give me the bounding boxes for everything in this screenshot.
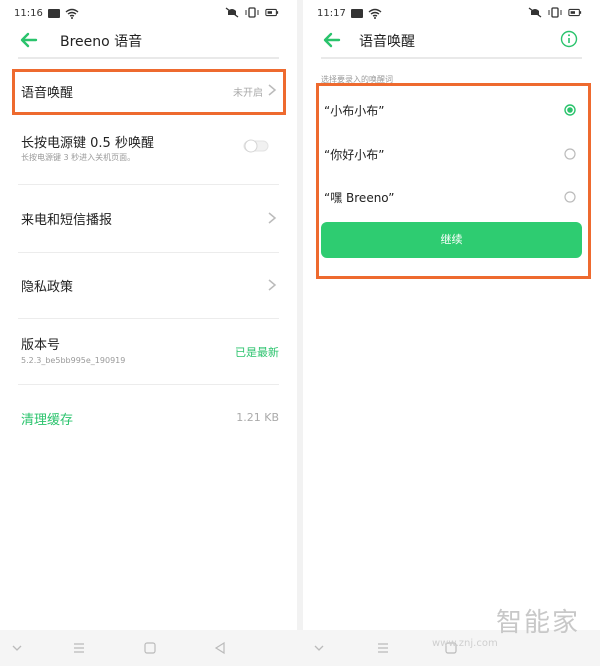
status-icons [528, 7, 582, 18]
mute-icon [225, 7, 239, 18]
chevron-down-icon[interactable] [10, 641, 24, 655]
version-number: 5.2.3_be5bb995e_190919 [21, 356, 126, 365]
watermark-brand: 智能家 [496, 608, 581, 638]
toggle-switch[interactable] [243, 139, 269, 153]
row-privacy-policy[interactable]: 隐私政策 [18, 252, 279, 319]
battery-icon [265, 8, 279, 17]
app-bar: 语音唤醒 [303, 26, 600, 56]
header-divider [18, 57, 279, 59]
voice-wakeup-screen: 11:17 语音唤醒 选择要录入的唤醒词 “小布小布” “你好小布” “嘿 Br… [303, 0, 600, 666]
row-title: 版本号 [21, 338, 61, 353]
row-title: 来电和短信播报 [21, 213, 113, 228]
chevron-right-icon [268, 212, 277, 224]
row-subtitle: 长按电源键 3 秒进入关机页面。 [21, 153, 136, 162]
page-title: Breeno 语音 [60, 34, 143, 50]
row-clear-cache[interactable]: 清理缓存 1.21 KB [18, 384, 279, 450]
back-arrow-icon[interactable] [323, 31, 341, 49]
notification-icon [47, 9, 60, 18]
chevron-right-icon [268, 279, 277, 291]
status-icons [225, 7, 279, 18]
breeno-settings-screen: 11:16 Breeno 语音 语音唤醒 未开启 长按电源键 0.5 秒唤醒 长… [0, 0, 297, 666]
vibrate-icon [245, 7, 259, 18]
wifi-icon [368, 8, 382, 19]
row-call-sms-broadcast[interactable]: 来电和短信播报 [18, 184, 279, 253]
info-icon[interactable] [560, 30, 578, 48]
vibrate-icon [548, 7, 562, 18]
status-time: 11:16 [14, 8, 43, 19]
status-time: 11:17 [317, 8, 346, 19]
home-square-icon[interactable] [143, 641, 157, 655]
status-bar: 11:17 [303, 0, 600, 26]
battery-icon [568, 8, 582, 17]
watermark-url: www.znj.com [432, 638, 498, 649]
menu-icon[interactable] [376, 641, 390, 655]
back-triangle-icon[interactable] [213, 641, 227, 655]
header-divider [321, 57, 582, 59]
highlight-box-wakeword-options [316, 83, 591, 279]
row-title: 隐私政策 [21, 280, 74, 295]
status-bar: 11:16 [0, 0, 297, 26]
status-time-group: 11:17 [317, 8, 382, 19]
app-bar: Breeno 语音 [0, 26, 297, 56]
row-title: 长按电源键 0.5 秒唤醒 [21, 136, 154, 151]
highlight-box-voice-wakeup [12, 69, 286, 115]
back-arrow-icon[interactable] [20, 31, 38, 49]
status-time-group: 11:16 [14, 8, 79, 19]
version-status: 已是最新 [235, 346, 279, 359]
cache-size: 1.21 KB [236, 411, 279, 424]
page-title: 语音唤醒 [359, 34, 415, 50]
notification-icon [350, 9, 363, 18]
chevron-down-icon[interactable] [312, 641, 326, 655]
row-title: 清理缓存 [21, 413, 74, 428]
mute-icon [528, 7, 542, 18]
menu-icon[interactable] [72, 641, 86, 655]
row-version: 版本号 5.2.3_be5bb995e_190919 已是最新 [18, 318, 279, 385]
wifi-icon [65, 8, 79, 19]
row-power-key-wakeup[interactable]: 长按电源键 0.5 秒唤醒 长按电源键 3 秒进入关机页面。 [18, 118, 279, 185]
